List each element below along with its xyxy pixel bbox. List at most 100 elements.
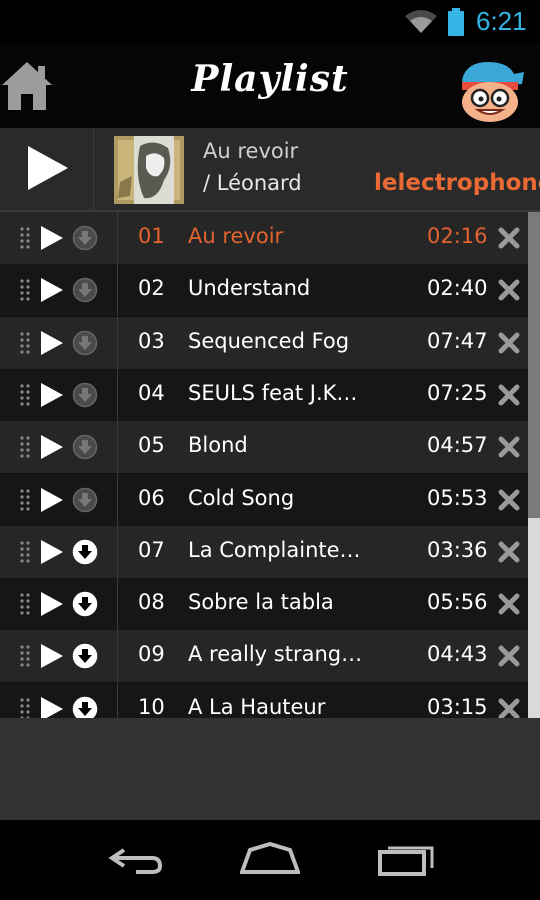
close-icon[interactable] (498, 645, 520, 667)
download-icon[interactable] (72, 696, 98, 718)
download-icon[interactable] (72, 330, 98, 356)
close-icon[interactable] (498, 279, 520, 301)
play-icon[interactable] (39, 643, 65, 669)
track-title: A really strang… (188, 642, 363, 667)
track-row[interactable]: 09 A really strang… 04:43 (0, 630, 528, 683)
track-number: 03 (138, 328, 165, 353)
download-icon[interactable] (72, 643, 98, 669)
close-icon[interactable] (498, 384, 520, 406)
track-title: Sequenced Fog (188, 328, 350, 353)
drag-handle-icon[interactable] (19, 488, 31, 512)
track-number: 01 (138, 224, 165, 248)
play-icon[interactable] (39, 696, 65, 718)
track-number: 02 (138, 276, 165, 301)
home-nav-icon[interactable] (240, 842, 300, 876)
play-icon[interactable] (39, 330, 65, 356)
track-row[interactable]: 05 Blond 04:57 (0, 421, 528, 474)
track-row[interactable]: 01 Au revoir 02:16 (0, 212, 528, 264)
track-title: SEULS feat J.K… (188, 380, 358, 405)
drag-handle-icon[interactable] (19, 697, 31, 718)
track-row[interactable]: 06 Cold Song 05:53 (0, 473, 528, 526)
drag-handle-icon[interactable] (19, 540, 31, 564)
track-row[interactable]: 04 SEULS feat J.K… 07:25 (0, 368, 528, 421)
track-title: La Complainte… (188, 537, 361, 562)
track-duration: 07:25 (427, 380, 488, 405)
play-icon[interactable] (39, 277, 65, 303)
track-title: A La Hauteur (188, 694, 326, 718)
track-controls (0, 421, 118, 474)
download-icon[interactable] (72, 382, 98, 408)
track-duration: 05:56 (427, 590, 488, 615)
status-bar: 6:21 (0, 0, 540, 44)
track-duration: 04:43 (427, 642, 488, 667)
download-icon[interactable] (72, 487, 98, 513)
drag-handle-icon[interactable] (19, 644, 31, 668)
drag-handle-icon[interactable] (19, 383, 31, 407)
track-controls (0, 578, 118, 631)
play-icon[interactable] (39, 591, 65, 617)
track-number: 06 (138, 485, 165, 510)
close-icon[interactable] (498, 436, 520, 458)
track-duration: 02:16 (427, 224, 488, 248)
track-row[interactable]: 03 Sequenced Fog 07:47 (0, 316, 528, 369)
close-icon[interactable] (498, 227, 520, 249)
now-playing-play-button[interactable] (0, 128, 94, 212)
track-number: 04 (138, 380, 165, 405)
drag-handle-icon[interactable] (19, 278, 31, 302)
track-controls (0, 316, 118, 369)
track-title: Cold Song (188, 485, 295, 510)
download-icon[interactable] (72, 591, 98, 617)
track-row[interactable]: 08 Sobre la tabla 05:56 (0, 578, 528, 631)
drag-handle-icon[interactable] (19, 592, 31, 616)
back-icon[interactable] (108, 842, 164, 876)
download-icon[interactable] (72, 539, 98, 565)
track-duration: 07:47 (427, 328, 488, 353)
now-playing-bar: Au revoir / Léonard lelectrophone (0, 128, 540, 212)
brand-prefix: lelectro (374, 170, 473, 196)
track-row[interactable]: 10 A La Hauteur 03:15 (0, 682, 528, 718)
close-icon[interactable] (498, 489, 520, 511)
close-icon[interactable] (498, 541, 520, 563)
avatar[interactable] (452, 58, 526, 122)
download-icon[interactable] (72, 225, 98, 251)
empty-area (0, 718, 540, 820)
drag-handle-icon[interactable] (19, 435, 31, 459)
download-icon[interactable] (72, 434, 98, 460)
playlist[interactable]: 01 Au revoir 02:16 02 Understand 02:40 03 Seque… (0, 212, 540, 718)
track-duration: 03:15 (427, 694, 488, 718)
play-icon[interactable] (39, 382, 65, 408)
status-time: 6:21 (476, 6, 527, 36)
drag-handle-icon[interactable] (19, 226, 31, 250)
track-duration: 05:53 (427, 485, 488, 510)
track-number: 08 (138, 590, 165, 615)
brand-logo: lelectrophone (374, 170, 540, 196)
track-number: 07 (138, 537, 165, 562)
play-icon[interactable] (39, 225, 65, 251)
album-cover (114, 136, 184, 204)
track-number: 05 (138, 433, 165, 458)
track-controls (0, 525, 118, 578)
track-title: Blond (188, 433, 248, 458)
track-row[interactable]: 02 Understand 02:40 (0, 264, 528, 317)
action-bar: Playlist (0, 44, 540, 128)
download-icon[interactable] (72, 277, 98, 303)
recent-apps-icon[interactable] (376, 842, 436, 876)
track-row[interactable]: 07 La Complainte… 03:36 (0, 525, 528, 578)
track-number: 10 (138, 694, 165, 718)
track-controls (0, 682, 118, 718)
close-icon[interactable] (498, 332, 520, 354)
track-controls (0, 630, 118, 683)
drag-handle-icon[interactable] (19, 331, 31, 355)
close-icon[interactable] (498, 593, 520, 615)
track-controls (0, 368, 118, 421)
play-icon[interactable] (39, 434, 65, 460)
play-icon[interactable] (39, 487, 65, 513)
play-icon[interactable] (39, 539, 65, 565)
track-number: 09 (138, 642, 165, 667)
scrollbar-thumb[interactable] (528, 212, 540, 518)
play-icon (28, 146, 68, 190)
scrollbar[interactable] (528, 212, 540, 718)
track-duration: 03:36 (427, 537, 488, 562)
track-controls (0, 264, 118, 317)
close-icon[interactable] (498, 698, 520, 718)
